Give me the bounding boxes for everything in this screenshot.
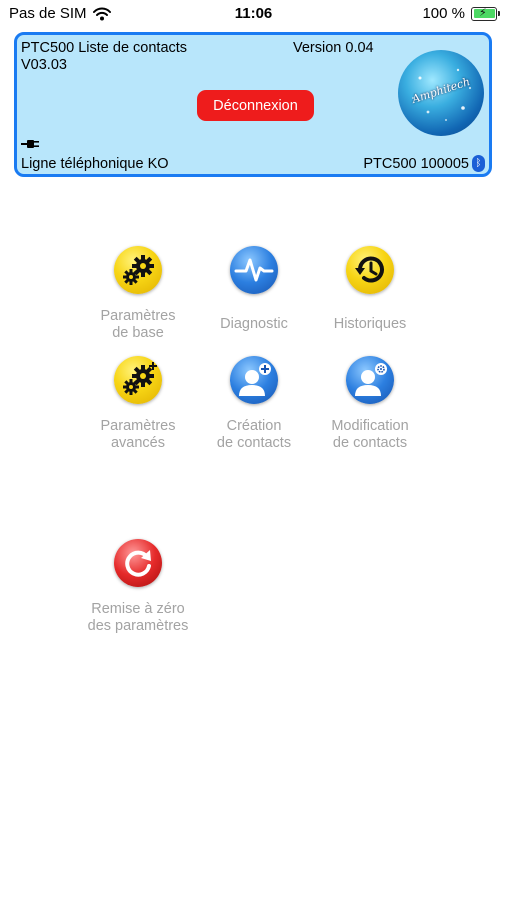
menu-diagnostic[interactable]: Diagnostic <box>194 246 314 333</box>
status-right: 100 % ⚡ <box>422 5 500 22</box>
menu-label: Paramètres avancés <box>100 418 176 451</box>
menu-create-contact[interactable]: Création de contacts <box>194 356 314 452</box>
status-bar: Pas de SIM 11:06 100 % ⚡ <box>0 0 507 28</box>
device-header-card: PTC500 Liste de contacts V03.03 Version … <box>14 32 492 177</box>
edit-contact-icon <box>346 356 394 404</box>
gears-icon <box>114 246 162 294</box>
app-title: PTC500 Liste de contacts <box>21 40 188 56</box>
plug-icon <box>21 140 39 148</box>
menu-history[interactable]: Historiques <box>310 246 430 333</box>
amphitech-logo: Amphitech <box>398 50 484 136</box>
firmware-version: V03.03 <box>21 57 67 73</box>
history-icon <box>346 246 394 294</box>
add-contact-icon <box>230 356 278 404</box>
pulse-icon <box>230 246 278 294</box>
menu-basic-settings[interactable]: Paramètres de base <box>78 246 198 342</box>
disconnect-button[interactable]: Déconnexion <box>197 90 314 121</box>
bluetooth-icon: ᛒ <box>472 155 485 172</box>
menu-label: Création de contacts <box>216 418 292 451</box>
menu-label: Modification de contacts <box>331 418 409 451</box>
battery-percent: 100 % <box>422 5 465 22</box>
menu-edit-contact[interactable]: Modification de contacts <box>310 356 430 452</box>
menu-reset-settings[interactable]: Remise à zéro des paramètres <box>78 539 198 635</box>
app-version: Version 0.04 <box>293 40 374 56</box>
menu-label: Diagnostic <box>220 316 288 332</box>
reset-icon <box>114 539 162 587</box>
phone-line-status: Ligne téléphonique KO <box>21 156 169 172</box>
menu-label: Paramètres de base <box>100 308 176 341</box>
menu-label: Remise à zéro des paramètres <box>87 601 189 634</box>
gears-plus-icon <box>114 356 162 404</box>
menu-advanced-settings[interactable]: Paramètres avancés <box>78 356 198 452</box>
menu-label: Historiques <box>333 316 407 332</box>
battery-icon: ⚡ <box>471 6 500 21</box>
device-id: PTC500 100005 <box>363 156 469 172</box>
